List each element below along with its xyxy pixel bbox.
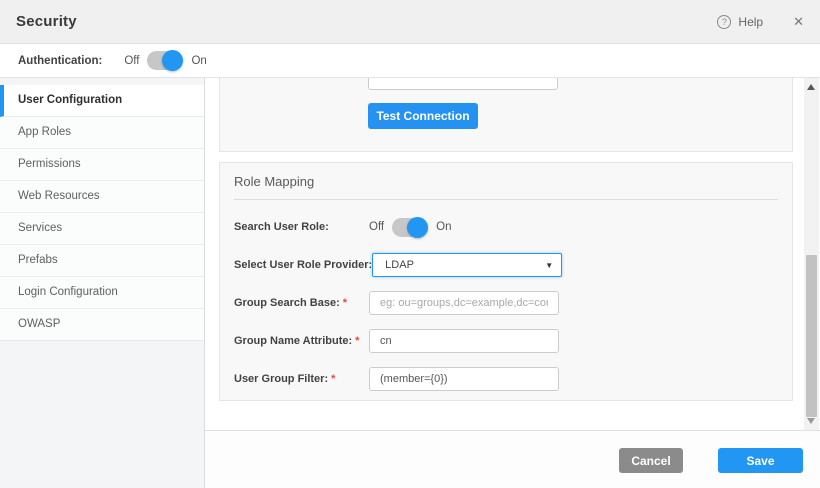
sidebar-item-permissions[interactable]: Permissions (0, 149, 204, 181)
provider-label: Select User Role Provider: (234, 259, 372, 271)
sidebar-item-owasp[interactable]: OWASP (0, 309, 204, 341)
cancel-button[interactable]: Cancel (619, 448, 683, 473)
group-name-attribute-row: Group Name Attribute:* (234, 329, 778, 353)
vertical-scrollbar[interactable] (804, 78, 819, 430)
sidebar-item-user-configuration[interactable]: User Configuration (0, 85, 204, 117)
test-connection-button[interactable]: Test Connection (368, 103, 478, 129)
main-content: Test Connection Role Mapping Search User… (205, 78, 820, 488)
sidebar-item-services[interactable]: Services (0, 213, 204, 245)
save-button[interactable]: Save (718, 448, 803, 473)
group-name-attribute-label-text: Group Name Attribute: (234, 335, 352, 347)
group-search-base-input[interactable] (369, 291, 559, 315)
search-user-role-control: Off On (369, 218, 451, 237)
group-search-base-row: Group Search Base:* (234, 291, 778, 315)
authentication-toggle-knob (162, 50, 183, 71)
role-mapping-title: Role Mapping (234, 174, 778, 189)
group-search-base-label-text: Group Search Base: (234, 297, 340, 309)
search-user-role-toggle[interactable] (392, 218, 428, 237)
group-search-base-required-mark: * (343, 297, 347, 309)
authentication-label: Authentication: (18, 55, 102, 67)
header-actions: ? Help ✕ (717, 14, 804, 30)
scrollbar-thumb[interactable] (806, 255, 817, 417)
user-group-filter-control (369, 367, 559, 391)
sidebar-item-prefabs[interactable]: Prefabs (0, 245, 204, 277)
sidebar-item-web-resources[interactable]: Web Resources (0, 181, 204, 213)
authentication-toggle[interactable] (147, 51, 183, 70)
user-group-filter-label: User Group Filter:* (234, 373, 369, 385)
provider-select-value: LDAP (385, 259, 414, 271)
scroll-down-arrow-icon[interactable] (807, 418, 815, 424)
scroll-up-arrow-icon[interactable] (807, 84, 815, 90)
sidebar-item-app-roles[interactable]: App Roles (0, 117, 204, 149)
group-name-attribute-required-mark: * (355, 335, 359, 347)
page-title: Security (16, 13, 77, 30)
group-search-base-label: Group Search Base:* (234, 297, 369, 309)
group-name-attribute-input[interactable] (369, 329, 559, 353)
sidebar: User Configuration App Roles Permissions… (0, 78, 205, 488)
security-settings-window: Security ? Help ✕ Authentication: Off On… (0, 0, 820, 488)
role-mapping-panel: Role Mapping Search User Role: Off On (219, 162, 793, 401)
provider-row: Select User Role Provider: LDAP ▼ (234, 253, 778, 277)
provider-select[interactable]: LDAP ▼ (372, 253, 562, 277)
search-user-role-label: Search User Role: (234, 221, 369, 233)
close-icon[interactable]: ✕ (793, 14, 804, 30)
group-search-base-control (369, 291, 559, 315)
provider-control: LDAP ▼ (372, 253, 562, 277)
help-button[interactable]: ? Help (717, 15, 763, 29)
connection-partial-input[interactable] (368, 78, 558, 90)
role-mapping-form: Search User Role: Off On Select User Rol… (234, 200, 778, 391)
authentication-off-label: Off (124, 55, 139, 67)
scroll-area: Test Connection Role Mapping Search User… (205, 78, 820, 430)
user-group-filter-input[interactable] (369, 367, 559, 391)
search-user-role-row: Search User Role: Off On (234, 215, 778, 239)
search-user-role-on-label: On (436, 221, 451, 233)
group-name-attribute-control (369, 329, 559, 353)
connection-panel: Test Connection (219, 78, 793, 152)
chevron-down-icon: ▼ (545, 261, 553, 270)
sidebar-item-login-configuration[interactable]: Login Configuration (0, 277, 204, 309)
help-icon: ? (717, 15, 731, 29)
search-user-role-toggle-knob (407, 217, 428, 238)
help-label: Help (738, 15, 763, 29)
group-name-attribute-label: Group Name Attribute:* (234, 335, 369, 347)
search-user-role-off-label: Off (369, 221, 384, 233)
body: User Configuration App Roles Permissions… (0, 78, 820, 488)
user-group-filter-row: User Group Filter:* (234, 367, 778, 391)
user-group-filter-label-text: User Group Filter: (234, 373, 328, 385)
header: Security ? Help ✕ (0, 0, 820, 44)
authentication-on-label: On (191, 55, 206, 67)
user-group-filter-required-mark: * (331, 373, 335, 385)
footer: Cancel Save (205, 430, 820, 488)
authentication-bar: Authentication: Off On (0, 44, 820, 78)
